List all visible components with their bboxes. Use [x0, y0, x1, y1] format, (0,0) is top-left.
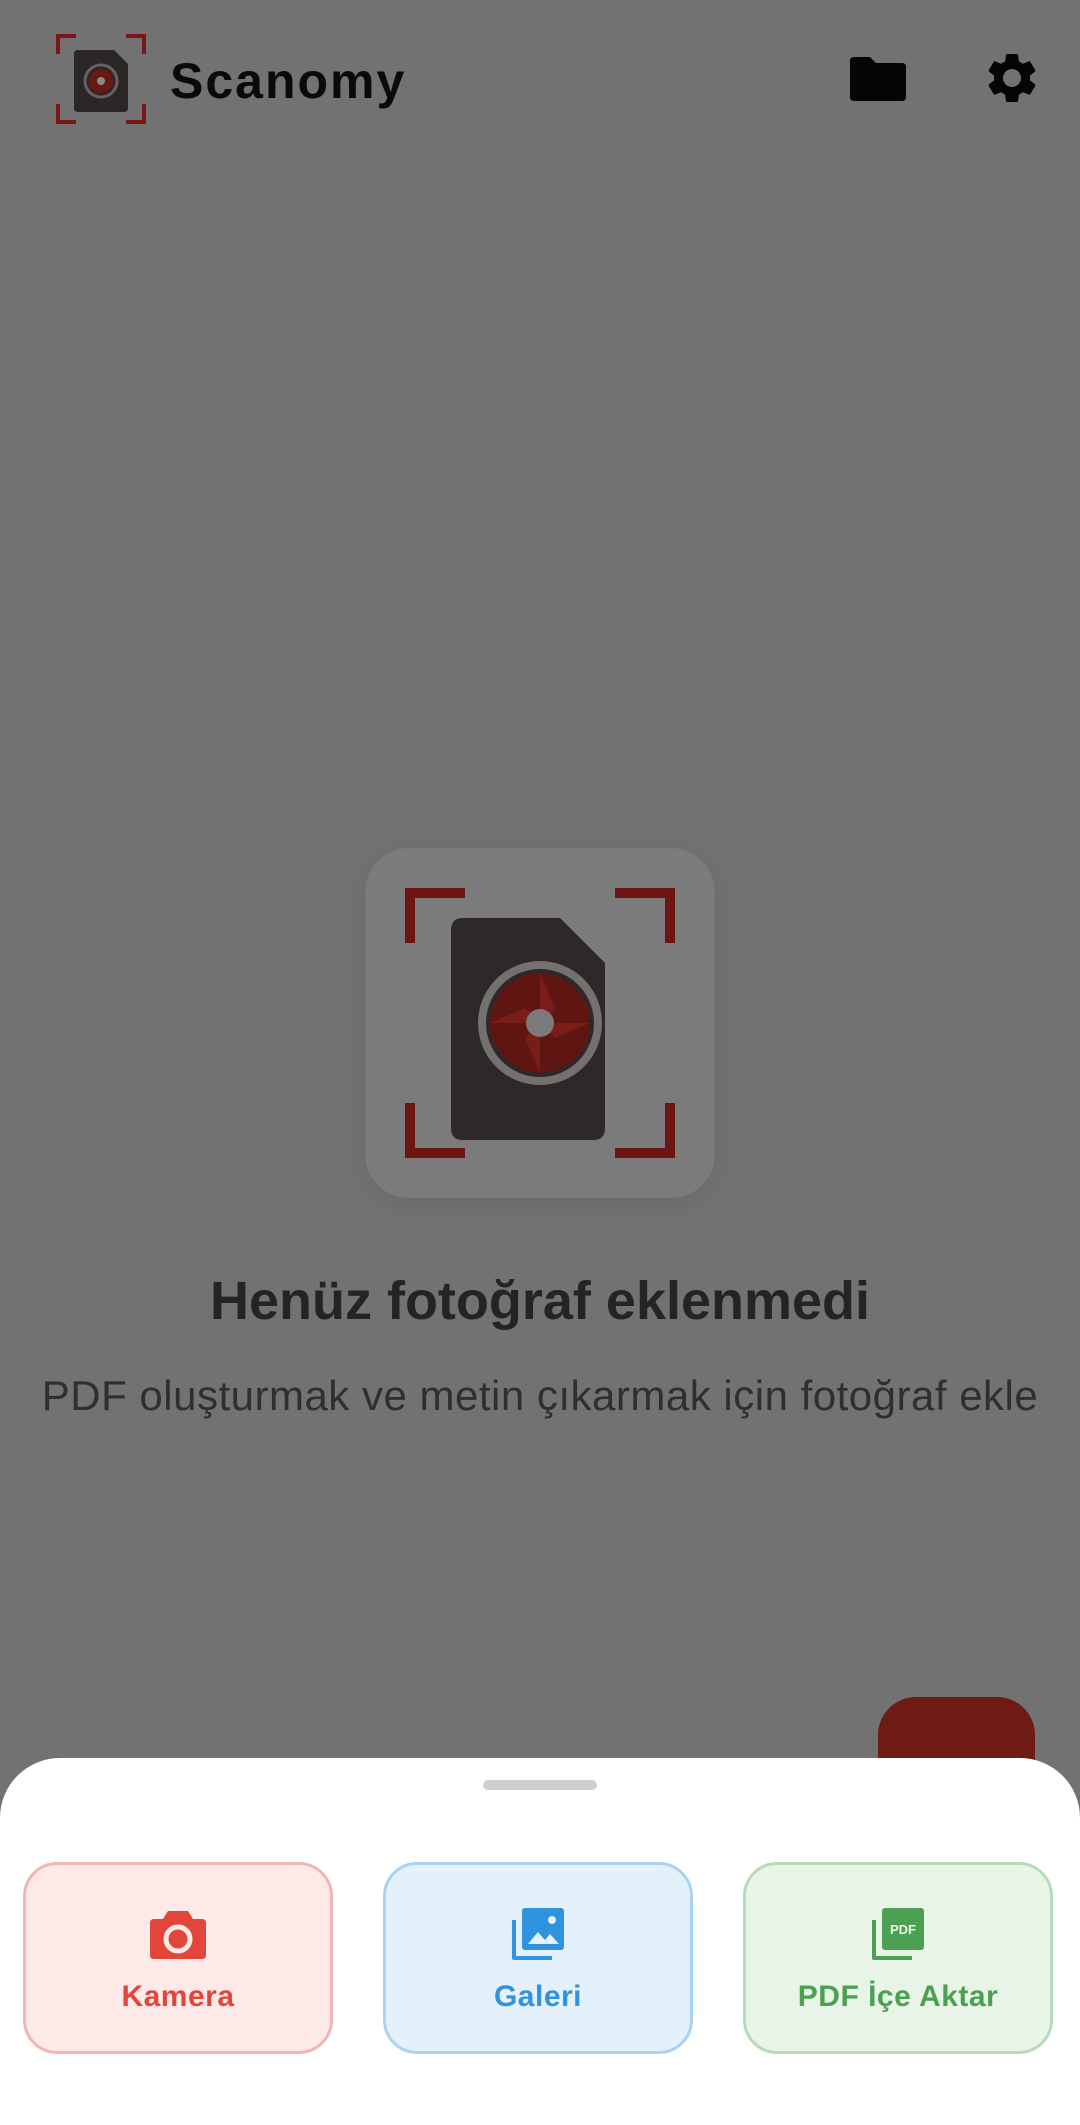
app-header: Scanomy [0, 0, 1080, 160]
folder-icon [850, 57, 906, 101]
gallery-button[interactable]: Galeri [383, 1862, 693, 2054]
settings-button[interactable] [974, 40, 1050, 116]
gallery-label: Galeri [493, 1980, 583, 2013]
gear-icon [988, 53, 1036, 102]
app-title: Scanomy [170, 53, 407, 109]
sheet-drag-handle[interactable] [483, 1780, 597, 1790]
import-pdf-label: PDF İçe Aktar [797, 1980, 999, 2013]
app-logo-icon [56, 34, 146, 124]
svg-text:PDF: PDF [890, 1922, 916, 1937]
camera-label: Kamera [121, 1980, 235, 2013]
empty-state-title: Henüz fotoğraf eklenmedi [209, 1271, 871, 1331]
folder-button[interactable] [840, 40, 916, 116]
camera-icon [146, 1902, 210, 1966]
gallery-icon [506, 1902, 570, 1966]
import-pdf-button[interactable]: PDF PDF İçe Aktar [743, 1862, 1053, 2054]
scanner-document-icon [405, 888, 675, 1158]
add-source-bottom-sheet: Kamera Galeri PDF PDF İçe Aktar [0, 1758, 1080, 2125]
empty-state-illustration [365, 848, 715, 1198]
camera-button[interactable]: Kamera [23, 1862, 333, 2054]
pdf-icon: PDF [866, 1902, 930, 1966]
empty-state-subtitle: PDF oluşturmak ve metin çıkarmak için fo… [41, 1372, 1039, 1419]
